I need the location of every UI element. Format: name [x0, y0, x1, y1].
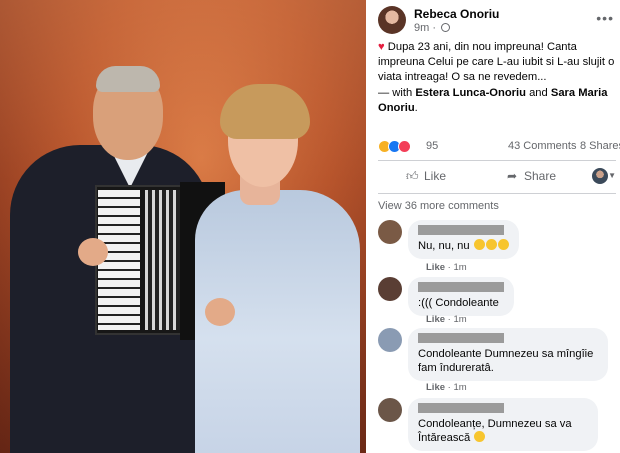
author-avatar[interactable]	[378, 6, 406, 34]
more-options-button[interactable]: •••	[596, 10, 614, 26]
comment-text: Condoleante Dumnezeu sa mîngîie fam îndu…	[418, 348, 594, 374]
post-text: ♥ Dupa 23 ani, din nou impreuna! Canta i…	[378, 40, 616, 85]
reactions-bar: 95 43 Comments 8 Shares	[378, 139, 620, 155]
reactions-count[interactable]: 95	[426, 140, 438, 152]
comment-bubble: Condoleante Dumnezeu sa mîngîie fam îndu…	[408, 328, 608, 381]
post-meta: 9m ·	[414, 22, 451, 34]
redacted-commenter-name	[418, 282, 504, 292]
comment-text: Nu, nu, nu	[418, 240, 470, 252]
comment-like-button[interactable]: Like	[426, 314, 445, 325]
comment-bubble: Condoleanțe, Dumnezeu sa va Întărească	[408, 398, 598, 451]
like-button[interactable]: 👍︎ Like	[406, 169, 446, 184]
thumbs-up-icon: 👍︎	[406, 169, 419, 183]
comments-count[interactable]: 43 Comments	[508, 140, 576, 152]
divider	[378, 193, 616, 194]
comment-like-button[interactable]: Like	[426, 382, 445, 393]
post-actions: 👍︎ Like ➦ Share ▼	[378, 165, 616, 189]
sad-emoji-icon	[474, 431, 486, 442]
post-panel: Rebeca Onoriu 9m · ••• ♥ Dupa 23 ani, di…	[366, 0, 620, 453]
commenter-avatar[interactable]	[378, 328, 402, 352]
comment-bubble: Nu, nu, nu	[408, 220, 519, 259]
crying-emoji-icon	[485, 239, 497, 250]
love-reaction-icon[interactable]	[398, 140, 411, 153]
redacted-commenter-name	[418, 403, 504, 413]
share-arrow-icon: ➦	[506, 169, 518, 183]
tagged-people: — with Estera Lunca-Onoriu and Sara Mari…	[378, 87, 608, 114]
comment-text: :((( Condoleante	[418, 297, 499, 309]
post-time[interactable]: 9m	[414, 22, 429, 34]
comment-bubble: :((( Condoleante	[408, 277, 514, 316]
share-button[interactable]: ➦ Share	[506, 169, 556, 183]
author-name[interactable]: Rebeca Onoriu	[414, 7, 499, 21]
shares-count[interactable]: 8 Shares	[580, 140, 620, 152]
comment-actions: Like · 1m	[426, 382, 467, 393]
chevron-down-icon[interactable]: ▼	[608, 171, 616, 180]
view-more-comments[interactable]: View 36 more comments	[378, 200, 499, 212]
redacted-commenter-name	[418, 333, 504, 343]
comment-actions: Like · 1m	[426, 262, 467, 273]
commenter-avatar[interactable]	[378, 277, 402, 301]
divider	[378, 160, 616, 161]
post-header: Rebeca Onoriu 9m · •••	[378, 6, 614, 36]
crying-emoji-icon	[497, 239, 509, 250]
comment-actions: Like · 1m	[426, 314, 467, 325]
comment-text: Condoleanțe, Dumnezeu sa va Întărească	[418, 418, 572, 444]
globe-icon	[441, 23, 451, 32]
share-as-avatar[interactable]	[592, 168, 608, 184]
broken-heart-icon: ♥	[378, 41, 385, 53]
comment-like-button[interactable]: Like	[426, 262, 445, 273]
commenter-avatar[interactable]	[378, 220, 402, 244]
tag-estera[interactable]: Estera Lunca-Onoriu	[415, 87, 526, 99]
post-photo[interactable]	[0, 0, 366, 453]
redacted-commenter-name	[418, 225, 504, 235]
crying-emoji-icon	[473, 239, 485, 250]
post-body: Dupa 23 ani, din nou impreuna! Canta imp…	[378, 41, 615, 83]
commenter-avatar[interactable]	[378, 398, 402, 422]
